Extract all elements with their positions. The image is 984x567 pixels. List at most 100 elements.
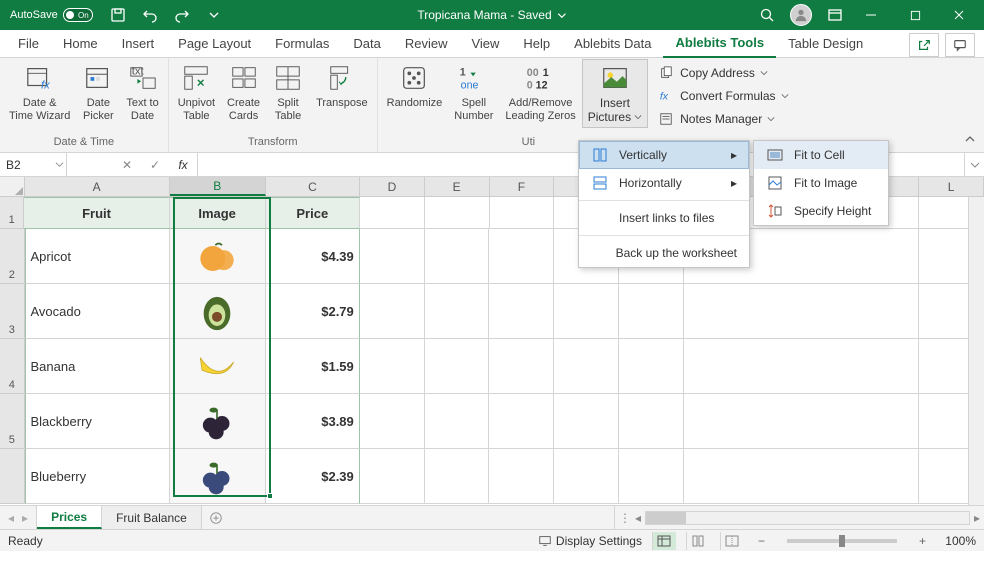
col-header-b[interactable]: B (170, 177, 266, 196)
fruit-image-cell[interactable] (170, 339, 266, 394)
price-cell[interactable]: $2.79 (266, 284, 360, 339)
cell[interactable] (425, 284, 490, 339)
fruit-name-cell[interactable]: Blueberry (25, 449, 170, 504)
cell[interactable] (425, 229, 490, 284)
title-dropdown-icon[interactable] (558, 11, 567, 20)
fruit-image-cell[interactable] (170, 229, 266, 284)
tab-view[interactable]: View (459, 30, 511, 57)
transpose-button[interactable]: Transpose (311, 60, 373, 112)
tab-file[interactable]: File (6, 30, 51, 57)
cancel-formula-icon[interactable]: ✕ (113, 158, 141, 172)
fill-handle[interactable] (267, 493, 273, 499)
col-header-d[interactable]: D (360, 177, 425, 196)
menu-fit-to-cell[interactable]: Fit to Cell (754, 141, 888, 169)
minimize-button[interactable] (850, 0, 892, 30)
col-header-c[interactable]: C (266, 177, 360, 196)
col-header-a[interactable]: A (25, 177, 170, 196)
cell[interactable] (554, 394, 619, 449)
zoom-slider[interactable] (787, 539, 897, 543)
row-header[interactable] (0, 449, 25, 504)
col-header-f[interactable]: F (490, 177, 555, 196)
horizontal-scrollbar[interactable] (645, 511, 970, 525)
close-button[interactable] (938, 0, 980, 30)
cell[interactable] (489, 394, 554, 449)
fx-icon[interactable]: fx (169, 158, 197, 172)
cell[interactable] (425, 339, 490, 394)
fruit-name-cell[interactable]: Apricot (25, 229, 170, 284)
menu-vertically[interactable]: Vertically ▸ (579, 141, 749, 169)
name-box[interactable]: B2 (0, 153, 67, 176)
cell[interactable] (554, 284, 619, 339)
table-header[interactable]: Price (266, 197, 360, 229)
tab-help[interactable]: Help (511, 30, 562, 57)
sheet-nav-next-icon[interactable]: ▸ (22, 511, 28, 525)
cell[interactable] (425, 197, 490, 229)
view-page-layout-button[interactable] (686, 532, 710, 550)
zoom-out-button[interactable]: − (754, 534, 769, 548)
sheet-nav-prev-icon[interactable]: ◂ (8, 511, 14, 525)
row-header[interactable]: 4 (0, 339, 25, 394)
view-page-break-button[interactable] (720, 532, 744, 550)
cell[interactable] (684, 339, 919, 394)
row-header[interactable]: 2 (0, 229, 25, 284)
share-button[interactable] (909, 33, 939, 57)
cell[interactable] (489, 449, 554, 504)
cell[interactable] (619, 449, 684, 504)
cell[interactable] (360, 394, 425, 449)
tab-data[interactable]: Data (341, 30, 392, 57)
date-time-wizard-button[interactable]: fx Date & Time Wizard (4, 60, 75, 124)
col-header-l[interactable]: L (919, 177, 984, 196)
zoom-in-button[interactable]: + (915, 534, 930, 548)
cell[interactable] (554, 339, 619, 394)
notes-manager-button[interactable]: Notes Manager (653, 108, 792, 130)
enter-formula-icon[interactable]: ✓ (141, 158, 169, 172)
qat-customize-icon[interactable] (201, 2, 227, 28)
fruit-name-cell[interactable]: Banana (25, 339, 170, 394)
tab-table-design[interactable]: Table Design (776, 30, 875, 57)
zoom-level[interactable]: 100% (940, 534, 976, 548)
hscroll-left-icon[interactable]: ◂ (635, 511, 641, 525)
text-to-date-button[interactable]: txt Text to Date (121, 60, 163, 124)
menu-specify-height[interactable]: Specify Height (754, 197, 888, 225)
select-all-corner[interactable] (0, 177, 25, 196)
row-header[interactable]: 5 (0, 394, 25, 449)
tab-insert[interactable]: Insert (110, 30, 167, 57)
menu-horizontally[interactable]: Horizontally ▸ (579, 169, 749, 197)
undo-icon[interactable] (137, 2, 163, 28)
tab-home[interactable]: Home (51, 30, 110, 57)
copy-address-button[interactable]: Copy Address (653, 62, 792, 84)
fruit-image-cell[interactable] (170, 394, 266, 449)
col-header-e[interactable]: E (425, 177, 490, 196)
table-header[interactable]: Image (170, 197, 266, 229)
price-cell[interactable]: $2.39 (266, 449, 360, 504)
menu-insert-links[interactable]: Insert links to files (579, 204, 749, 232)
cell[interactable] (489, 284, 554, 339)
cell[interactable] (684, 394, 919, 449)
convert-formulas-button[interactable]: fx Convert Formulas (653, 85, 792, 107)
ribbon-display-icon[interactable] (822, 2, 848, 28)
fruit-image-cell[interactable] (170, 284, 266, 339)
date-picker-button[interactable]: Date Picker (77, 60, 119, 124)
chevron-down-icon[interactable] (55, 158, 64, 172)
display-settings-button[interactable]: Display Settings (538, 534, 642, 548)
price-cell[interactable]: $4.39 (266, 229, 360, 284)
unpivot-table-button[interactable]: Unpivot Table (173, 60, 220, 124)
cell[interactable] (619, 394, 684, 449)
insert-pictures-button[interactable]: Insert Pictures (583, 60, 647, 127)
collapse-ribbon-icon[interactable] (964, 133, 976, 148)
sheet-tab-fruit-balance[interactable]: Fruit Balance (102, 506, 202, 529)
create-cards-button[interactable]: Create Cards (222, 60, 265, 124)
fruit-image-cell[interactable] (170, 449, 266, 504)
account-avatar[interactable] (790, 4, 812, 26)
cell[interactable] (619, 284, 684, 339)
cell[interactable] (360, 197, 425, 229)
tab-review[interactable]: Review (393, 30, 460, 57)
cell[interactable] (684, 449, 919, 504)
cell[interactable] (489, 339, 554, 394)
leading-zeros-button[interactable]: 001012 Add/Remove Leading Zeros (500, 60, 580, 124)
cell[interactable] (360, 339, 425, 394)
split-table-button[interactable]: Split Table (267, 60, 309, 124)
cell[interactable] (360, 284, 425, 339)
add-sheet-button[interactable] (202, 506, 230, 529)
row-header[interactable]: 1 (0, 197, 24, 229)
